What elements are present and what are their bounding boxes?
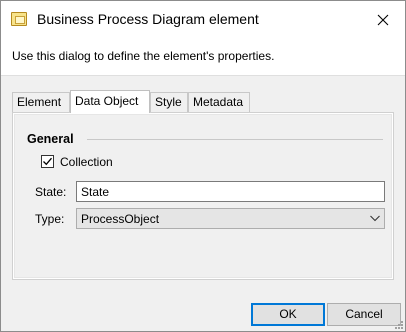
dialog-window: Business Process Diagram element Use thi… (0, 0, 406, 332)
close-button[interactable] (361, 1, 405, 38)
button-bar: OK Cancel (1, 293, 405, 331)
general-heading: General (27, 132, 74, 146)
description-area: Use this dialog to define the element's … (1, 38, 405, 76)
group-divider (87, 139, 383, 140)
collection-checkbox[interactable] (41, 155, 54, 168)
tab-data-object[interactable]: Data Object (70, 90, 150, 113)
chevron-down-icon (370, 215, 380, 222)
state-input[interactable] (76, 181, 385, 202)
tab-element[interactable]: Element (12, 92, 70, 112)
dialog-description: Use this dialog to define the element's … (12, 49, 275, 63)
cancel-button[interactable]: Cancel (327, 303, 401, 326)
collection-label[interactable]: Collection (60, 155, 113, 169)
type-select-value: ProcessObject (81, 212, 160, 226)
type-select[interactable]: ProcessObject (76, 208, 385, 229)
close-icon (377, 14, 389, 25)
dialog-title: Business Process Diagram element (37, 11, 259, 27)
checkmark-icon (43, 157, 52, 166)
type-label: Type: (35, 212, 65, 226)
element-icon (11, 12, 27, 26)
general-group: General Collection State: Type: ProcessO… (14, 114, 392, 278)
ok-button[interactable]: OK (251, 303, 325, 326)
title-bar[interactable]: Business Process Diagram element (1, 1, 405, 38)
tab-metadata[interactable]: Metadata (188, 92, 250, 112)
state-label: State: (35, 185, 67, 199)
resize-grip-icon[interactable] (393, 319, 403, 329)
tab-style[interactable]: Style (150, 92, 188, 112)
tab-panel: General Collection State: Type: ProcessO… (12, 112, 394, 280)
